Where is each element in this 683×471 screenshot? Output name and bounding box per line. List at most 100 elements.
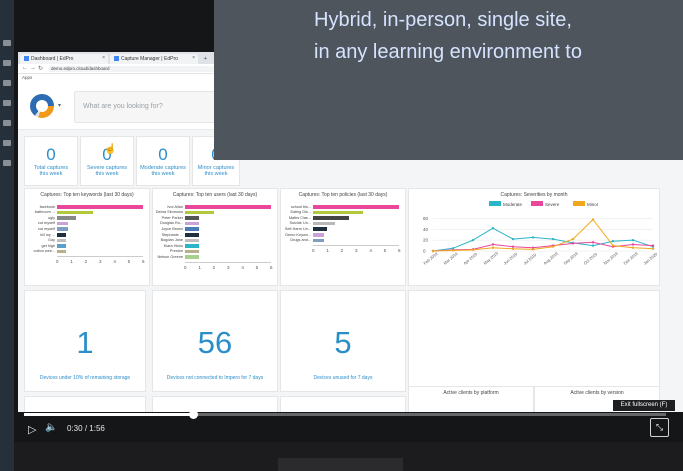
data-point[interactable] [491,243,495,246]
stat-total-captures[interactable]: 0 Total captures this week [24,136,78,186]
data-point[interactable] [491,227,495,230]
data-point[interactable] [571,242,575,245]
bar[interactable] [57,244,66,248]
stat-disconnected-devices[interactable]: 56 Devices not connected to Impero for 7… [152,290,278,392]
stat-low-storage-devices[interactable]: 1 Devices under 10% of remaining storage [24,290,146,392]
data-point[interactable] [551,237,555,241]
data-point[interactable] [551,245,555,248]
data-point[interactable] [531,248,535,251]
bar-label: Eating Dis... [290,210,311,215]
app-logo[interactable] [30,94,54,118]
browser-tab-capture-manager[interactable]: Capture Manager | EdPro × [110,54,198,64]
bar[interactable] [57,210,93,215]
data-point[interactable] [651,244,655,247]
bar[interactable] [185,205,271,209]
bar[interactable] [313,216,349,220]
duration: 1:56 [89,424,105,433]
close-tab-icon[interactable]: × [102,55,105,61]
reload-icon[interactable]: ↻ [38,65,43,72]
bar[interactable] [57,221,69,226]
bar[interactable] [185,249,200,254]
legend-swatch[interactable] [531,201,543,206]
x-tick-label: 1 [70,259,73,265]
x-tick-label: 0 [56,259,59,265]
bar[interactable] [185,221,200,226]
x-tick-label: 3 [227,265,230,270]
bar[interactable] [57,216,76,220]
bar[interactable] [57,238,66,243]
data-point[interactable] [591,241,595,244]
close-tab-icon[interactable]: × [192,55,195,61]
x-tick-label: 0 [312,248,315,254]
legend-swatch[interactable] [573,201,585,206]
forward-arrow-icon[interactable]: → [30,65,36,71]
chevron-down-icon[interactable]: ▾ [58,102,61,109]
x-tick-label: 5 [127,259,131,265]
back-arrow-icon[interactable]: ← [22,65,28,71]
data-point[interactable] [511,237,515,241]
x-tick-label: 2 [84,259,88,265]
bar-label: Douglas Ro... [159,221,183,226]
bar[interactable] [313,221,335,226]
stat-moderate-captures[interactable]: 0 Moderate captures this week [136,136,190,186]
desktop-icon [3,60,11,66]
desktop-icon [3,120,11,126]
seek-bar-progress [24,413,194,416]
bar-label: Nelson Greene [157,254,183,259]
data-point[interactable] [431,249,435,253]
bar-label: ugly [48,215,55,220]
x-tick-label: 4 [113,259,116,265]
data-point[interactable] [591,244,595,247]
browser-tab-dashboard[interactable]: Dashboard | EdPro × [20,54,108,64]
stat-unused-devices[interactable]: 5 Devices unused for 7 days [280,290,406,392]
bar-label: cut myself [37,226,55,231]
bar[interactable] [57,227,69,231]
bar[interactable] [57,205,143,209]
bar[interactable] [185,210,214,215]
data-point[interactable] [471,248,475,252]
bar[interactable] [185,238,200,243]
data-point[interactable] [451,249,455,252]
bar[interactable] [185,233,200,237]
data-point[interactable] [631,246,635,249]
chart-top-users: Captures: Top ten users (last 30 days) I… [152,188,278,286]
bar[interactable] [313,227,328,231]
data-point[interactable] [511,245,515,248]
desktop-icon [3,40,11,46]
data-point[interactable] [631,238,635,242]
bar[interactable] [57,233,66,237]
bar-label: Maths Clas... [288,215,311,220]
dashboard-card [152,396,278,412]
bar[interactable] [313,210,364,215]
exit-fullscreen-icon: ⤡ [655,422,664,432]
bar[interactable] [313,238,325,243]
data-point[interactable] [611,244,615,247]
data-point[interactable] [571,237,575,241]
data-point[interactable] [511,247,515,251]
bar[interactable] [313,205,399,209]
data-point[interactable] [491,246,495,249]
y-tick-label: 20 [423,238,429,243]
x-tick-label: Apr 2019 [462,251,478,266]
play-icon[interactable]: ▷ [28,423,36,436]
bar[interactable] [185,216,200,220]
dashboard-card [280,396,406,412]
seek-handle[interactable] [188,410,198,419]
data-point[interactable] [611,240,615,243]
search-input[interactable]: What are you looking for? [74,91,234,123]
bar[interactable] [313,233,325,237]
x-tick-label: 3 [355,248,358,254]
bar[interactable] [185,227,200,231]
bar[interactable] [185,244,200,248]
data-point[interactable] [531,236,535,239]
bar[interactable] [57,249,66,254]
data-point[interactable] [651,247,655,251]
exit-fullscreen-button[interactable]: ⤡ [650,418,669,437]
new-tab-button[interactable]: + [200,54,212,64]
legend-swatch[interactable] [489,201,501,206]
volume-icon[interactable]: 🔈 [45,422,57,433]
data-point[interactable] [631,243,635,246]
data-point[interactable] [471,238,475,242]
bar[interactable] [185,255,200,259]
data-point[interactable] [591,218,595,221]
